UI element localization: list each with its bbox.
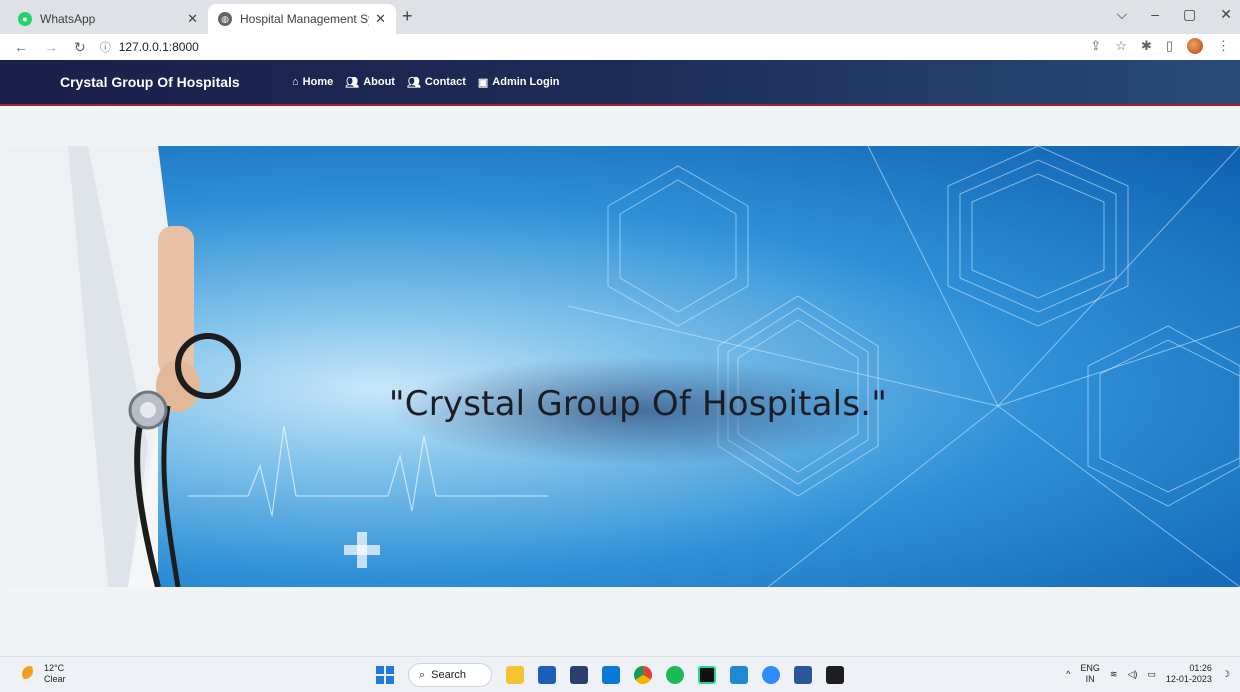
users-icon: 👥︎ xyxy=(345,76,360,89)
profile-avatar[interactable] xyxy=(1187,38,1203,54)
spotify-icon[interactable] xyxy=(666,666,684,684)
chevron-up-icon[interactable]: ^ xyxy=(1066,669,1070,679)
site-navbar: Crystal Group Of Hospitals ⌂ Home 👥︎ Abo… xyxy=(0,60,1240,106)
nav-contact[interactable]: 👥︎ Contact xyxy=(407,76,466,89)
plus-cross-icon xyxy=(344,532,380,568)
tab-hospital-management[interactable]: ◍ Hospital Management System ✕ xyxy=(208,4,396,34)
nav-contact-label: Contact xyxy=(424,76,466,88)
doctor-stethoscope-image xyxy=(8,146,241,587)
os-taskbar: 12°C Clear ⌕ Search ^ ENG IN ≋ ◁) ▭ 01:2… xyxy=(0,656,1240,692)
system-clock[interactable]: 01:26 12-01-2023 xyxy=(1166,663,1212,685)
back-arrow-icon[interactable]: ← xyxy=(14,39,28,56)
bookmark-star-icon[interactable]: ☆ xyxy=(1115,38,1127,54)
nav-home[interactable]: ⌂ Home xyxy=(292,76,333,89)
clock-time: 01:26 xyxy=(1189,663,1212,673)
wifi-icon[interactable]: ≋ xyxy=(1110,669,1118,680)
close-tab-icon[interactable]: ✕ xyxy=(375,11,386,27)
tab-title: WhatsApp xyxy=(40,12,96,26)
maximize-icon[interactable]: ▢ xyxy=(1183,6,1196,23)
hero-title: "Crystal Group Of Hospitals." xyxy=(388,384,888,424)
new-tab-button[interactable]: + xyxy=(402,6,413,27)
weather-widget[interactable]: 12°C Clear xyxy=(22,663,66,685)
store-icon[interactable] xyxy=(570,666,588,684)
reload-icon[interactable]: ↻ xyxy=(74,39,86,56)
share-icon[interactable]: ⇪ xyxy=(1090,38,1101,54)
users-icon: 👥︎ xyxy=(406,76,421,89)
login-icon: ▣ xyxy=(477,76,489,89)
whatsapp-icon: ● xyxy=(18,12,32,26)
clock-date: 12-01-2023 xyxy=(1165,674,1212,684)
browser-toolbar: ← → ↻ ⓘ 127.0.0.1:8000 ⇪ ☆ ✱ ▯ ⋮ xyxy=(0,34,1240,60)
language-code: ENG xyxy=(1080,663,1100,673)
nav-about[interactable]: 👥︎ About xyxy=(345,76,395,89)
browser-tab-strip: ● WhatsApp ✕ ◍ Hospital Management Syste… xyxy=(0,0,1240,34)
battery-icon[interactable]: ▭ xyxy=(1147,669,1156,680)
file-explorer-icon[interactable] xyxy=(506,666,524,684)
zoom-icon[interactable] xyxy=(762,666,780,684)
url-text: 127.0.0.1:8000 xyxy=(118,40,199,54)
address-bar[interactable]: ⓘ 127.0.0.1:8000 xyxy=(100,36,1110,58)
nav-admin-login[interactable]: ▣ Admin Login xyxy=(478,76,560,89)
globe-icon: ◍ xyxy=(218,12,232,26)
forward-arrow-icon[interactable]: → xyxy=(44,39,58,56)
nav-admin-login-label: Admin Login xyxy=(492,76,560,88)
tab-title: Hospital Management System xyxy=(240,12,369,26)
moon-icon xyxy=(22,666,38,682)
outlook-icon[interactable] xyxy=(602,666,620,684)
vscode-icon[interactable] xyxy=(730,666,748,684)
info-icon[interactable]: ⓘ xyxy=(100,39,111,55)
taskbar-search[interactable]: ⌕ Search xyxy=(408,663,492,687)
minimize-icon[interactable]: – xyxy=(1151,6,1159,23)
search-icon: ⌕ xyxy=(419,668,426,681)
close-tab-icon[interactable]: ✕ xyxy=(187,11,198,27)
nav-home-label: Home xyxy=(302,76,334,88)
hero-banner: "Crystal Group Of Hospitals." xyxy=(8,146,1240,587)
windows-start-icon[interactable] xyxy=(376,666,394,684)
pycharm-icon[interactable] xyxy=(698,666,716,684)
menu-kebab-icon[interactable]: ⋮ xyxy=(1217,38,1230,54)
chrome-icon[interactable] xyxy=(634,666,652,684)
weather-temp: 12°C xyxy=(44,663,65,673)
home-icon: ⌂ xyxy=(292,76,299,88)
language-indicator[interactable]: ENG IN xyxy=(1080,663,1100,685)
mail-icon[interactable] xyxy=(538,666,556,684)
brand-logo-text[interactable]: Crystal Group Of Hospitals xyxy=(60,74,292,90)
tab-whatsapp[interactable]: ● WhatsApp ✕ xyxy=(8,4,208,34)
search-label: Search xyxy=(431,669,467,681)
window-controls: ⌵ – ▢ ✕ xyxy=(1117,6,1232,23)
volume-icon[interactable]: ◁) xyxy=(1127,669,1137,680)
nav-about-label: About xyxy=(363,76,395,88)
side-panel-icon[interactable]: ▯ xyxy=(1166,38,1173,54)
notification-icon[interactable]: ☽ xyxy=(1222,669,1230,680)
terminal-icon[interactable] xyxy=(826,666,844,684)
close-window-icon[interactable]: ✕ xyxy=(1220,6,1232,23)
tab-search-icon[interactable]: ⌵ xyxy=(1117,6,1128,23)
region-code: IN xyxy=(1085,674,1095,684)
word-icon[interactable] xyxy=(794,666,812,684)
weather-condition: Clear xyxy=(44,674,66,684)
extensions-icon[interactable]: ✱ xyxy=(1141,38,1152,54)
